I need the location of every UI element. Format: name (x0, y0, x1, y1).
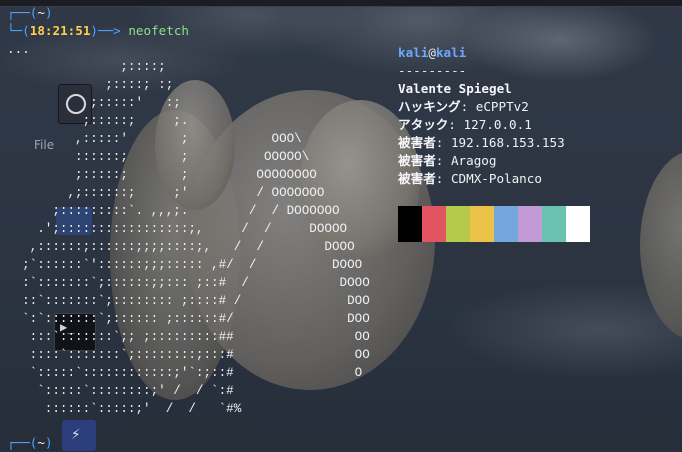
color-palette (398, 206, 590, 242)
palette-swatch-yellow (470, 206, 494, 242)
info-row: 被害者: CDMX-Polanco (398, 171, 542, 186)
prompt-time: 18:21:51 (29, 23, 91, 38)
neofetch-info: kali@kali --------- Valente Spiegel ハッキン… (398, 44, 565, 188)
user-host-line: kali@kali (398, 45, 467, 60)
prompt-line-1-top: ┌──(~) (7, 5, 53, 20)
info-row: Valente Spiegel (398, 81, 512, 96)
palette-swatch-black (398, 206, 422, 242)
terminal-window[interactable]: ┌──(~) └─(18:21:51)──> neofetch ... ;:::… (0, 0, 682, 451)
prompt-line-1-bottom: └─(18:21:51)──> neofetch (7, 23, 190, 38)
prompt-line-2-top: ┌──(~) (7, 435, 53, 450)
info-row: 被害者: 192.168.153.153 (398, 135, 565, 150)
info-row: アタック: 127.0.0.1 (398, 117, 532, 132)
ellipsis-line: ... (7, 41, 30, 56)
palette-swatch-white (566, 206, 590, 242)
palette-swatch-cyan (542, 206, 566, 242)
separator-line: --------- (398, 63, 467, 78)
command-text: neofetch (128, 23, 190, 38)
kali-ascii-logo: ;::::; ;::::; :; ;:::::' :; ;:::::; ;. ,… (22, 60, 370, 416)
palette-swatch-green (446, 206, 470, 242)
palette-swatch-red (422, 206, 446, 242)
palette-swatch-blue (494, 206, 518, 242)
info-row: ハッキング: eCPPTv2 (398, 99, 529, 114)
info-row: 被害者: Aragog (398, 153, 497, 168)
palette-swatch-magenta (518, 206, 542, 242)
